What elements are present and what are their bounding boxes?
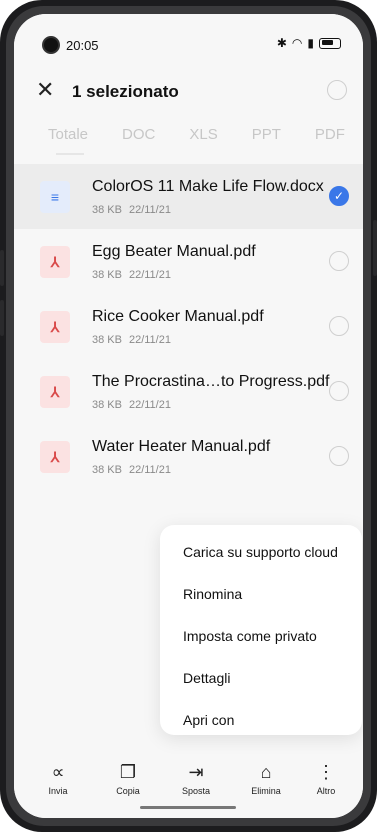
share-label: Invia [48, 786, 68, 796]
row-checkbox[interactable] [329, 446, 349, 466]
file-row[interactable]: ⅄ Egg Beater Manual.pdf 38 KB 22/11/21 [14, 229, 363, 294]
menu-item-rename[interactable]: Rinomina [183, 586, 242, 602]
more-icon: ⋮ [317, 762, 335, 782]
front-camera [42, 36, 60, 54]
row-checkbox[interactable] [329, 316, 349, 336]
file-date: 22/11/21 [128, 399, 171, 411]
share-icon: ∝ [51, 762, 65, 782]
close-icon[interactable]: ✕ [36, 78, 54, 102]
trash-icon: ⌂ [260, 762, 272, 782]
menu-item-details[interactable]: Dettagli [183, 670, 230, 686]
wifi-icon: ◠ [291, 36, 303, 50]
file-row[interactable]: ⅄ Rice Cooker Manual.pdf 38 KB 22/11/21 [14, 294, 363, 359]
signal-icon: ▮ [307, 36, 314, 50]
file-meta: 38 KB 22/11/21 [92, 399, 171, 411]
delete-label: Elimina [251, 786, 281, 796]
tab-pdf[interactable]: PDF [315, 126, 345, 155]
copy-label: Copia [116, 786, 140, 796]
file-date: 22/11/21 [128, 269, 171, 281]
volume-up-button [0, 250, 4, 286]
move-label: Sposta [181, 786, 211, 796]
file-name: Egg Beater Manual.pdf [92, 243, 256, 260]
more-button[interactable]: ⋮ Altro [296, 760, 356, 796]
file-meta: 38 KB 22/11/21 [92, 464, 171, 476]
move-button[interactable]: ⇥ Sposta [166, 760, 226, 796]
tab-ppt[interactable]: PPT [252, 126, 281, 155]
menu-item-upload-cloud[interactable]: Carica su supporto cloud [183, 544, 338, 560]
bluetooth-icon: ✱ [276, 36, 287, 50]
file-date: 22/11/21 [128, 204, 171, 216]
status-bar: 20:05 ✱ ◠ ▮ [14, 14, 363, 66]
more-options-menu: Carica su supporto cloud Rinomina Impost… [160, 525, 362, 735]
pdf-icon: ⅄ [40, 376, 70, 408]
home-indicator [140, 806, 236, 809]
file-name: ColorOS 11 Make Life Flow.docx [92, 178, 324, 195]
copy-button[interactable]: ❐ Copia [98, 760, 158, 796]
file-size: 38 KB [92, 269, 122, 281]
file-meta: 38 KB 22/11/21 [92, 269, 171, 281]
file-name: Water Heater Manual.pdf [92, 438, 271, 455]
share-button[interactable]: ∝ Invia [28, 760, 88, 796]
volume-down-button [0, 300, 4, 336]
file-size: 38 KB [92, 334, 122, 346]
file-size: 38 KB [92, 464, 122, 476]
delete-button[interactable]: ⌂ Elimina [236, 760, 296, 796]
file-size: 38 KB [92, 399, 122, 411]
document-icon: ≡ [40, 181, 70, 213]
power-button [373, 220, 377, 276]
file-row[interactable]: ⅄ The Procrastina…to Progress.pdf 38 KB 2… [14, 359, 363, 424]
tab-doc[interactable]: DOC [122, 126, 155, 155]
row-checkbox-checked[interactable]: ✓ [329, 186, 349, 206]
file-name: The Procrastina…to Progress.pdf [92, 373, 330, 390]
selection-header: ✕ 1 selezionato [14, 74, 363, 114]
battery-icon [319, 37, 341, 49]
file-date: 22/11/21 [128, 464, 171, 476]
file-meta: 38 KB 22/11/21 [92, 334, 171, 346]
status-icons: ✱ ◠ ▮ [277, 36, 341, 50]
move-icon: ⇥ [188, 762, 204, 782]
file-list: ≡ ColorOS 11 Make Life Flow.docx 38 KB 22… [14, 164, 363, 489]
tab-xls[interactable]: XLS [189, 126, 217, 155]
copy-icon: ❐ [119, 762, 137, 782]
file-type-tabs: Totale DOC XLS PPT PDF [48, 126, 345, 155]
file-meta: 38 KB 22/11/21 [92, 204, 171, 216]
file-name: Rice Cooker Manual.pdf [92, 308, 264, 325]
screen: 20:05 ✱ ◠ ▮ ✕ 1 selezionato Totale DOC X… [14, 14, 363, 818]
file-date: 22/11/21 [128, 334, 171, 346]
row-checkbox[interactable] [329, 251, 349, 271]
menu-item-open-with[interactable]: Apri con [183, 712, 234, 728]
clock: 20:05 [66, 38, 99, 53]
file-size: 38 KB [92, 204, 122, 216]
pdf-icon: ⅄ [40, 246, 70, 278]
pdf-icon: ⅄ [40, 441, 70, 473]
tab-totale[interactable]: Totale [48, 126, 88, 155]
file-row[interactable]: ⅄ Water Heater Manual.pdf 38 KB 22/11/21 [14, 424, 363, 489]
more-label: Altro [316, 786, 336, 796]
file-row[interactable]: ≡ ColorOS 11 Make Life Flow.docx 38 KB 22… [14, 164, 363, 229]
select-all-radio[interactable] [327, 80, 347, 100]
menu-item-set-private[interactable]: Imposta come privato [183, 628, 317, 644]
row-checkbox[interactable] [329, 381, 349, 401]
phone-frame: 20:05 ✱ ◠ ▮ ✕ 1 selezionato Totale DOC X… [0, 0, 377, 832]
checkmark-icon: ✓ [333, 189, 345, 203]
pdf-icon: ⅄ [40, 311, 70, 343]
page-title: 1 selezionato [72, 82, 179, 101]
